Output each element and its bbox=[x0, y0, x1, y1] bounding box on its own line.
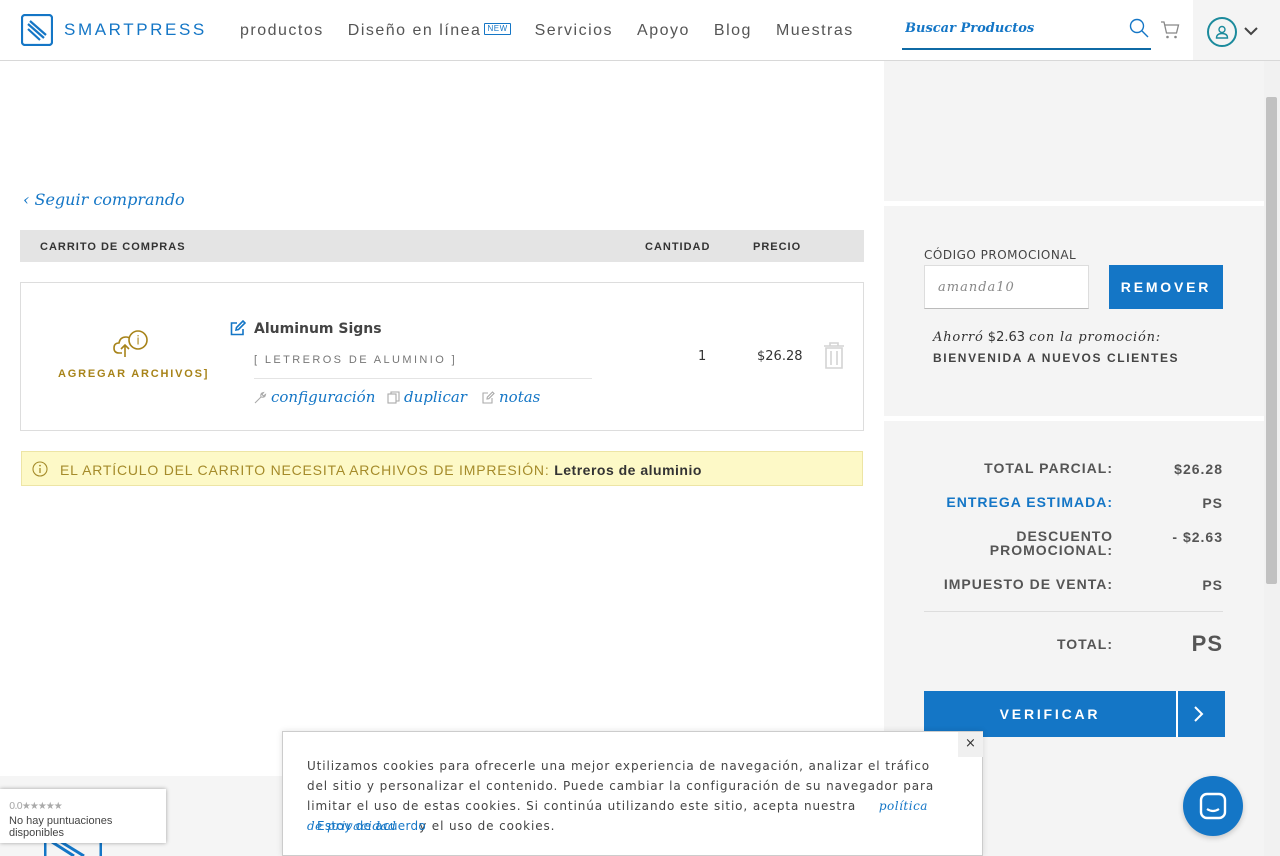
cookie-agree-button[interactable]: Estoy de acuerdo bbox=[317, 819, 426, 833]
cookie-banner: × Utilizamos cookies para ofrecerle una … bbox=[282, 731, 983, 856]
wrench-icon bbox=[254, 391, 267, 403]
cookie-text-main: Utilizamos cookies para ofrecerle una me… bbox=[307, 759, 935, 813]
promo-panel: CÓDIGO PROMOCIONAL REMOVER Ahorró $2.63 … bbox=[884, 206, 1264, 416]
subtotal-label: TOTAL PARCIAL: bbox=[984, 460, 1113, 476]
scrollbar[interactable] bbox=[1264, 61, 1280, 856]
new-badge: NEW bbox=[484, 23, 511, 35]
estimated-delivery-link[interactable]: ENTREGA ESTIMADA: bbox=[946, 495, 1113, 509]
nav-label: Blog bbox=[713, 22, 752, 39]
item-quantity: 1 bbox=[698, 349, 707, 364]
col-price: PRECIO bbox=[753, 241, 802, 253]
item-divider bbox=[254, 378, 592, 379]
saved-prefix: Ahorró bbox=[933, 330, 984, 345]
cart-item: i AGREGAR ARCHIVOS] Aluminum Signs [ LET… bbox=[20, 282, 864, 431]
scrollbar-thumb[interactable] bbox=[1266, 97, 1277, 584]
nav-blog[interactable]: Blog bbox=[714, 22, 752, 40]
notes-label: notas bbox=[499, 388, 541, 406]
promo-savings-text: Ahorró $2.63 con la promoción: bbox=[933, 330, 1161, 345]
discount-label: DESCUENTO PROMOCIONAL: bbox=[990, 529, 1113, 557]
col-product: CARRITO DE COMPRAS bbox=[40, 241, 186, 253]
nav-label: Apoyo bbox=[637, 22, 690, 39]
search-icon[interactable] bbox=[1129, 18, 1149, 38]
tax-value: PS bbox=[1202, 577, 1223, 593]
main-nav: productos Diseño en línea NEW Servicios A… bbox=[240, 22, 878, 40]
alert-item: Letreros de aluminio bbox=[554, 462, 702, 478]
rating-stars: 0.0★★★★★ bbox=[9, 801, 63, 812]
logo-mark-icon bbox=[21, 14, 53, 46]
avatar[interactable] bbox=[1207, 17, 1237, 47]
note-edit-icon bbox=[482, 390, 495, 404]
duplicate-link[interactable]: duplicar bbox=[387, 388, 467, 406]
col-quantity: CANTIDAD bbox=[645, 241, 711, 253]
remove-promo-button[interactable]: REMOVER bbox=[1109, 265, 1223, 309]
checkout-separator bbox=[1176, 691, 1178, 737]
rating-stars-glyphs: ★★★★★ bbox=[21, 801, 63, 812]
cookie-text-end: y el uso de cookies. bbox=[419, 819, 556, 833]
cookie-close-button[interactable]: × bbox=[958, 732, 983, 757]
continue-shopping-link[interactable]: ‹ Seguir comprando bbox=[23, 190, 185, 209]
chat-launcher-button[interactable] bbox=[1183, 776, 1243, 836]
site-header: SMARTPRESS productos Diseño en línea NEW … bbox=[0, 0, 1280, 61]
cart-table-header: CARRITO DE COMPRAS CANTIDAD PRECIO bbox=[20, 230, 864, 262]
rating-score: 0.0 bbox=[9, 801, 23, 812]
saved-amount: $2.63 bbox=[987, 330, 1026, 345]
cloud-upload-icon[interactable]: i bbox=[113, 329, 149, 359]
notes-link[interactable]: notas bbox=[482, 388, 540, 406]
search-bar bbox=[902, 14, 1151, 50]
nav-diseno-en-linea[interactable]: Diseño en línea NEW bbox=[348, 22, 511, 40]
copy-icon bbox=[387, 390, 400, 404]
svg-text:i: i bbox=[136, 334, 139, 348]
discount-label-line2: PROMOCIONAL: bbox=[989, 542, 1113, 558]
nav-muestras[interactable]: Muestras bbox=[776, 22, 854, 40]
nav-apoyo[interactable]: Apoyo bbox=[637, 22, 690, 40]
promo-code-input[interactable] bbox=[924, 265, 1089, 309]
trash-icon[interactable] bbox=[822, 341, 846, 369]
configuration-label: configuración bbox=[271, 388, 376, 406]
delivery-value: PS bbox=[1202, 495, 1223, 511]
subtotal-value: $26.28 bbox=[1174, 461, 1223, 477]
chevron-down-icon[interactable] bbox=[1244, 24, 1258, 38]
edit-icon[interactable] bbox=[230, 320, 246, 336]
user-icon bbox=[1215, 25, 1229, 39]
total-value: PS bbox=[1191, 631, 1223, 656]
account-menu[interactable] bbox=[1193, 0, 1280, 60]
summary-panel-top bbox=[884, 61, 1264, 201]
nav-servicios[interactable]: Servicios bbox=[535, 22, 613, 40]
configuration-link[interactable]: configuración bbox=[254, 388, 375, 406]
rating-text: No hay puntuaciones disponibles bbox=[9, 815, 113, 839]
nav-label: Diseño en línea bbox=[347, 22, 482, 39]
print-files-alert: EL ARTÍCULO DEL CARRITO NECESITA ARCHIVO… bbox=[21, 451, 863, 486]
cart-icon[interactable] bbox=[1160, 20, 1180, 40]
nav-label: Muestras bbox=[775, 22, 854, 39]
summary-divider bbox=[924, 611, 1223, 612]
discount-value: - $2.63 bbox=[1172, 529, 1223, 545]
promo-name: BIENVENIDA A NUEVOS CLIENTES bbox=[933, 351, 1180, 365]
duplicate-label: duplicar bbox=[404, 388, 467, 406]
item-title[interactable]: Aluminum Signs bbox=[254, 321, 382, 337]
smartpress-logo[interactable]: SMARTPRESS bbox=[21, 14, 207, 46]
item-subtitle: [ LETREROS DE ALUMINIO ] bbox=[254, 354, 458, 366]
search-input[interactable] bbox=[905, 17, 1120, 39]
alert-text: EL ARTÍCULO DEL CARRITO NECESITA ARCHIVO… bbox=[60, 462, 550, 478]
tax-label: IMPUESTO DE VENTA: bbox=[943, 576, 1113, 592]
add-files-button[interactable]: AGREGAR ARCHIVOS] bbox=[58, 368, 209, 380]
brand-name: SMARTPRESS bbox=[64, 20, 207, 39]
nav-label: productos bbox=[240, 22, 324, 39]
chevron-right-icon bbox=[1194, 706, 1204, 722]
rating-widget[interactable]: 0.0★★★★★ No hay puntuaciones disponibles bbox=[0, 789, 166, 843]
total-label: TOTAL: bbox=[1056, 636, 1113, 652]
alert-message: EL ARTÍCULO DEL CARRITO NECESITA ARCHIVO… bbox=[60, 462, 702, 478]
nav-label: Servicios bbox=[534, 22, 614, 39]
saved-suffix: con la promoción: bbox=[1029, 330, 1161, 345]
promo-code-label: CÓDIGO PROMOCIONAL bbox=[924, 248, 1077, 262]
nav-productos[interactable]: productos bbox=[240, 22, 324, 40]
info-icon bbox=[32, 461, 48, 477]
chat-icon bbox=[1199, 792, 1227, 820]
item-price: $26.28 bbox=[757, 349, 803, 364]
